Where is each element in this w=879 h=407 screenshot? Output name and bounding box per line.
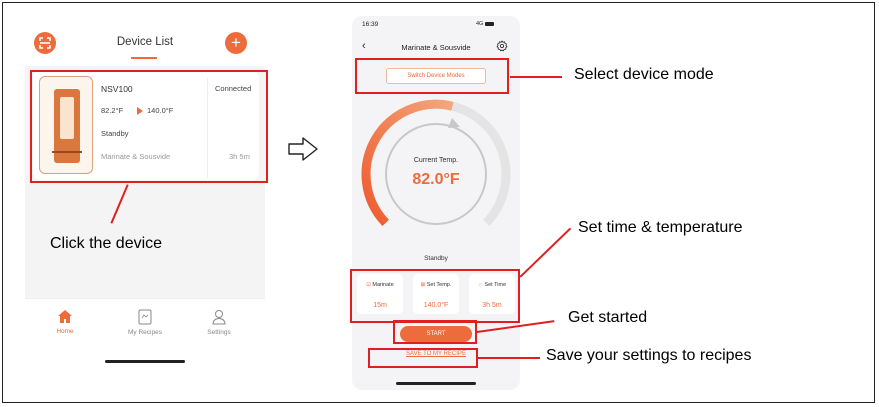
tab-settings[interactable]: Settings <box>189 309 249 336</box>
save-highlight <box>368 348 478 368</box>
tab-my-recipes[interactable]: My Recipes <box>115 309 175 336</box>
click-device-label: Click the device <box>50 235 163 252</box>
add-device-button[interactable]: + <box>225 32 247 54</box>
start-highlight <box>393 320 477 344</box>
home-icon <box>58 310 72 323</box>
title-underline <box>131 57 157 59</box>
save-pointer <box>478 357 540 359</box>
select-mode-label: Select device mode <box>574 66 714 83</box>
tab-home[interactable]: Home <box>35 309 95 335</box>
next-step-arrow-icon <box>288 137 318 161</box>
gear-icon[interactable] <box>496 40 508 52</box>
device-card-highlight <box>30 70 268 183</box>
tab-my-recipes-label: My Recipes <box>128 329 162 336</box>
home-indicator <box>396 382 476 385</box>
settings-highlight <box>350 269 520 323</box>
tab-settings-label: Settings <box>207 329 231 336</box>
mode-highlight <box>355 58 509 94</box>
recipe-book-icon <box>138 309 152 325</box>
status-time: 16:39 <box>362 21 379 28</box>
current-temp-value: 82.0°F <box>412 171 460 188</box>
device-state: Standby <box>424 255 448 262</box>
current-temp-label: Current Temp. <box>413 157 459 164</box>
top-bar: Device List + <box>25 20 265 66</box>
network-label: 4G <box>476 21 484 27</box>
get-started-label: Get started <box>568 309 648 326</box>
dial-pointer-icon <box>448 118 460 128</box>
mode-pointer <box>510 76 562 78</box>
save-settings-label: Save your settings to recipes <box>546 347 752 364</box>
home-indicator <box>105 360 185 363</box>
screen-title: Marinate & Sousvide <box>401 43 471 52</box>
battery-icon <box>484 21 494 26</box>
set-time-temp-label: Set time & temperature <box>578 219 743 236</box>
tab-home-label: Home <box>56 328 74 335</box>
tab-bar: Home My Recipes Settings <box>25 298 265 372</box>
person-icon <box>212 310 226 325</box>
status-icons: 4G <box>476 21 494 27</box>
